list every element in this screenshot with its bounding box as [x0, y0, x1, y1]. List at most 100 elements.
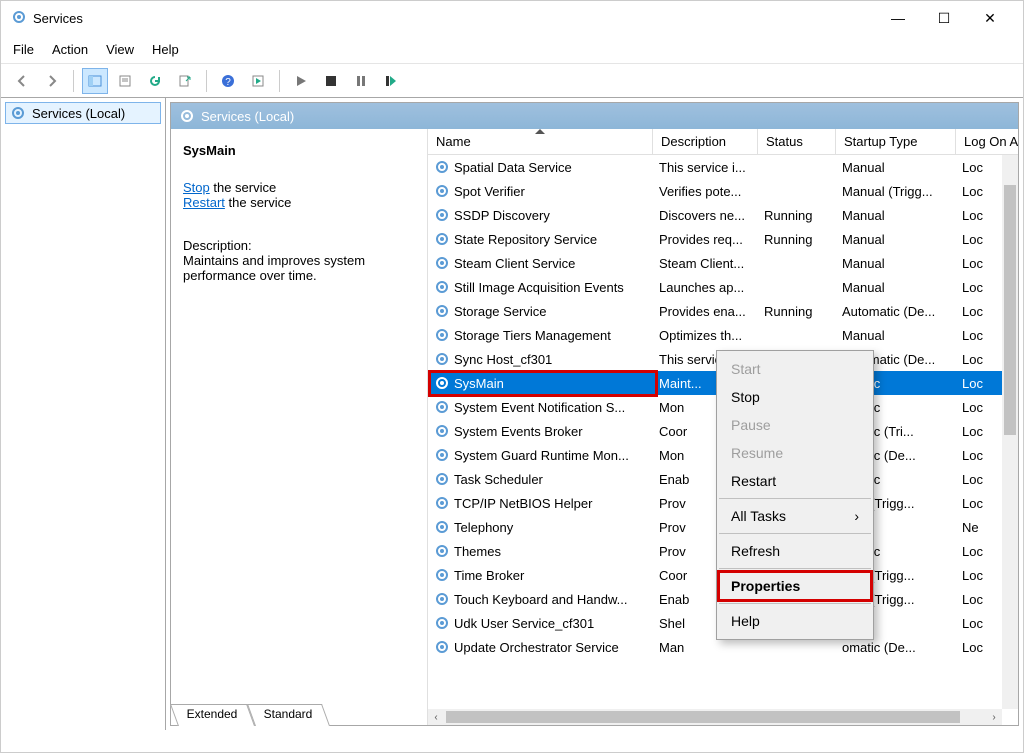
tree-item-services-local[interactable]: Services (Local) [5, 102, 161, 124]
gear-icon [434, 471, 450, 487]
service-name: Udk User Service_cf301 [454, 616, 594, 631]
service-row[interactable]: Spot VerifierVerifies pote...Manual (Tri… [428, 179, 1018, 203]
service-desc: Verifies pote... [653, 184, 758, 199]
action-pane-button[interactable] [245, 68, 271, 94]
gear-icon [434, 447, 450, 463]
service-logon: Loc [956, 448, 998, 463]
col-startup[interactable]: Startup Type [836, 129, 956, 154]
ctx-start: Start [719, 355, 871, 383]
stop-button[interactable] [318, 68, 344, 94]
service-logon: Loc [956, 568, 998, 583]
service-name: System Events Broker [454, 424, 583, 439]
service-name: Telephony [454, 520, 513, 535]
service-logon: Loc [956, 232, 998, 247]
col-status[interactable]: Status [758, 129, 836, 154]
play-button[interactable] [288, 68, 314, 94]
service-name: Spatial Data Service [454, 160, 572, 175]
service-startup: Manual [836, 232, 956, 247]
tab-standard[interactable]: Standard [247, 704, 330, 726]
service-logon: Loc [956, 400, 998, 415]
service-row[interactable]: Steam Client ServiceSteam Client...Manua… [428, 251, 1018, 275]
scroll-right-icon[interactable]: › [986, 709, 1002, 725]
gear-icon [434, 519, 450, 535]
service-logon: Loc [956, 280, 998, 295]
vertical-scrollbar[interactable] [1002, 155, 1018, 709]
content-header: Services (Local) [171, 103, 1018, 129]
maximize-button[interactable]: ☐ [921, 3, 967, 33]
col-name[interactable]: Name [428, 129, 653, 154]
gear-icon [434, 423, 450, 439]
service-logon: Loc [956, 472, 998, 487]
service-logon: Loc [956, 352, 998, 367]
restart-link[interactable]: Restart [183, 195, 225, 210]
service-name: System Guard Runtime Mon... [454, 448, 629, 463]
service-logon: Ne [956, 520, 998, 535]
menu-view[interactable]: View [106, 42, 134, 57]
service-name: Steam Client Service [454, 256, 575, 271]
gear-icon [434, 231, 450, 247]
restart-button[interactable] [378, 68, 404, 94]
service-row[interactable]: Spatial Data ServiceThis service i...Man… [428, 155, 1018, 179]
toolbar: ? [1, 63, 1023, 97]
minimize-button[interactable]: — [875, 3, 921, 33]
service-name: Spot Verifier [454, 184, 525, 199]
gear-icon [434, 279, 450, 295]
service-row[interactable]: Still Image Acquisition EventsLaunches a… [428, 275, 1018, 299]
show-hide-tree-button[interactable] [82, 68, 108, 94]
gear-icon [434, 399, 450, 415]
service-name: Storage Service [454, 304, 547, 319]
description-label: Description: [183, 238, 417, 253]
forward-button[interactable] [39, 68, 65, 94]
service-name: SysMain [454, 376, 504, 391]
view-tabs: Extended Standard [174, 704, 325, 726]
back-button[interactable] [9, 68, 35, 94]
service-desc: Launches ap... [653, 280, 758, 295]
refresh-button[interactable] [142, 68, 168, 94]
service-name: State Repository Service [454, 232, 597, 247]
ctx-pause: Pause [719, 411, 871, 439]
service-logon: Loc [956, 328, 998, 343]
service-startup: Manual [836, 328, 956, 343]
properties-button[interactable] [112, 68, 138, 94]
ctx-properties[interactable]: Properties [719, 572, 871, 600]
service-row[interactable]: Storage ServiceProvides ena...RunningAut… [428, 299, 1018, 323]
ctx-help[interactable]: Help [719, 607, 871, 635]
context-menu: Start Stop Pause Resume Restart All Task… [716, 350, 874, 640]
stop-link[interactable]: Stop [183, 180, 210, 195]
gear-icon [434, 567, 450, 583]
tab-extended[interactable]: Extended [170, 704, 255, 726]
selected-service-name: SysMain [183, 143, 417, 158]
horizontal-scrollbar[interactable]: ‹ › [428, 709, 1002, 725]
menu-help[interactable]: Help [152, 42, 179, 57]
ctx-stop[interactable]: Stop [719, 383, 871, 411]
service-name: Time Broker [454, 568, 524, 583]
service-status: Running [758, 208, 836, 223]
gear-icon [434, 591, 450, 607]
service-row[interactable]: State Repository ServiceProvides req...R… [428, 227, 1018, 251]
gear-icon [179, 108, 195, 124]
service-logon: Loc [956, 592, 998, 607]
service-logon: Loc [956, 376, 998, 391]
scroll-left-icon[interactable]: ‹ [428, 709, 444, 725]
help-button[interactable]: ? [215, 68, 241, 94]
close-button[interactable]: ✕ [967, 3, 1013, 33]
service-logon: Loc [956, 160, 998, 175]
ctx-refresh[interactable]: Refresh [719, 537, 871, 565]
menu-file[interactable]: File [13, 42, 34, 57]
service-startup: Automatic (De... [836, 304, 956, 319]
service-row[interactable]: Storage Tiers ManagementOptimizes th...M… [428, 323, 1018, 347]
col-description[interactable]: Description [653, 129, 758, 154]
service-row[interactable]: SSDP DiscoveryDiscovers ne...RunningManu… [428, 203, 1018, 227]
service-startup: omatic (De... [836, 640, 956, 655]
service-logon: Loc [956, 496, 998, 511]
pause-button[interactable] [348, 68, 374, 94]
services-grid: Name Description Status Startup Type Log… [427, 129, 1018, 725]
service-logon: Loc [956, 544, 998, 559]
ctx-all-tasks[interactable]: All Tasks› [719, 502, 871, 530]
service-name: Storage Tiers Management [454, 328, 611, 343]
ctx-restart[interactable]: Restart [719, 467, 871, 495]
menu-action[interactable]: Action [52, 42, 88, 57]
export-button[interactable] [172, 68, 198, 94]
service-desc: Discovers ne... [653, 208, 758, 223]
col-logon[interactable]: Log On As [956, 129, 998, 154]
